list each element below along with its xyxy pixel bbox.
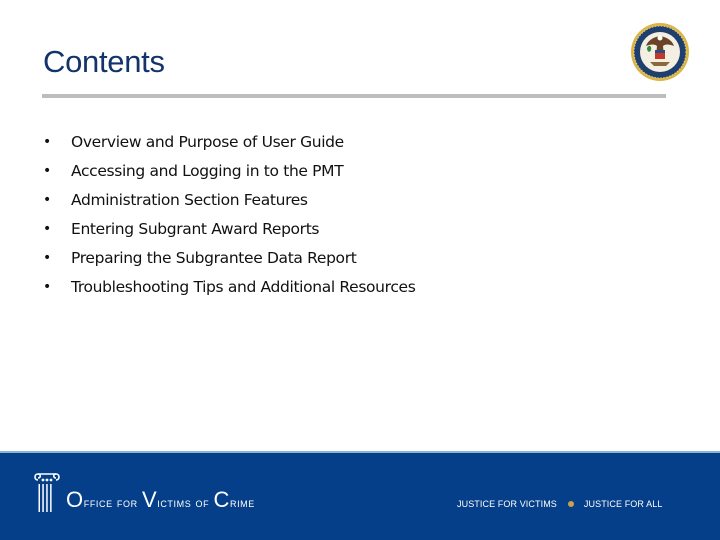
ovc-name-part: rime [229,495,255,510]
bullet: • [43,220,51,237]
tagline-separator-dot [567,501,574,507]
doj-seal-icon [631,23,689,81]
ovc-name: Office for Victims of Crime [66,489,255,514]
bullet: • [43,249,51,266]
ovc-name-initial: C [213,487,230,512]
bullet: • [43,133,51,150]
tagline-left: JUSTICE FOR VICTIMS [457,499,557,509]
list-item: • Overview and Purpose of User Guide [42,127,415,156]
list-item-text: Preparing the Subgrantee Data Report [71,248,357,267]
list-item-text: Overview and Purpose of User Guide [71,132,344,151]
list-item: • Preparing the Subgrantee Data Report [42,243,415,272]
pillar-icon [34,473,60,512]
bullet: • [43,278,51,295]
ovc-name-part: ictims of [157,495,214,510]
ovc-name-initial: V [141,487,158,512]
tagline-right: JUSTICE FOR ALL [583,499,663,509]
bullet: • [43,162,51,179]
ovc-logo: Office for Victims of Crime [32,472,255,514]
list-item-text: Entering Subgrant Award Reports [71,219,320,238]
ovc-name-part: ffice for [83,495,142,510]
slide: Contents • Overview and Purpose of User … [0,0,720,540]
bullet: • [43,191,51,208]
list-item: • Accessing and Logging in to the PMT [42,156,415,185]
contents-list: • Overview and Purpose of User Guide • A… [42,127,416,301]
list-item: • Administration Section Features [42,185,415,214]
list-item: • Troubleshooting Tips and Additional Re… [42,272,416,301]
list-item: • Entering Subgrant Award Reports [42,214,415,243]
list-item-text: Accessing and Logging in to the PMT [71,161,344,180]
ovc-name-initial: O [66,487,84,512]
page-title: Contents [43,44,165,79]
footer-tagline: JUSTICE FOR VICTIMS JUSTICE FOR ALL [457,499,662,509]
title-divider [42,94,666,98]
list-item-text: Administration Section Features [71,190,308,209]
list-item-text: Troubleshooting Tips and Additional Reso… [71,277,416,296]
